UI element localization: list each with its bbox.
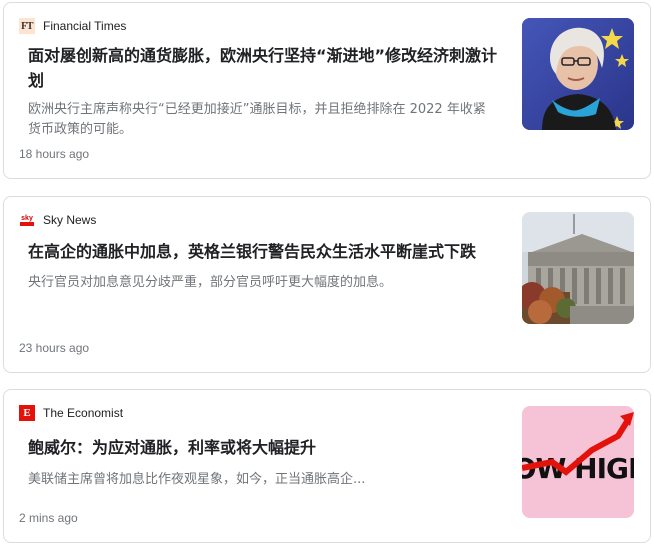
timestamp: 2 mins ago: [19, 511, 78, 525]
news-card[interactable]: sky Sky News 在高企的通胀中加息，英格兰银行警告民众生活水平断崖式下…: [3, 196, 651, 373]
headline-link[interactable]: 面对屡创新高的通货膨胀，欧洲央行坚持“渐进地”修改经济刺激计划: [28, 43, 498, 93]
source-name: Financial Times: [43, 19, 127, 33]
article-thumbnail[interactable]: [522, 18, 634, 130]
building-photo-icon: [522, 212, 634, 324]
ft-logo-icon: FT: [19, 18, 35, 34]
news-source: FT Financial Times: [19, 18, 126, 34]
sky-news-logo-icon: sky: [19, 212, 35, 228]
source-name: The Economist: [43, 406, 124, 420]
article-snippet: 欧洲央行主席声称央行“已经更加接近”通胀目标，并且拒绝排除在 2022 年收紧货…: [28, 102, 486, 137]
timestamp: 23 hours ago: [19, 341, 90, 355]
article-snippet: 美联储主席曾将加息比作夜观星象，如今，正当通胀高企...: [28, 472, 366, 487]
thumbnail-caption: HOW HIGH?: [522, 452, 634, 485]
economist-logo-icon: E: [19, 405, 35, 421]
news-card[interactable]: FT Financial Times 面对屡创新高的通货膨胀，欧洲央行坚持“渐进…: [3, 2, 651, 179]
news-source: sky Sky News: [19, 212, 96, 228]
headline-link[interactable]: 在高企的通胀中加息，英格兰银行警告民众生活水平断崖式下跌: [28, 239, 498, 264]
article-thumbnail[interactable]: HOW HIGH?: [522, 406, 634, 518]
article-thumbnail[interactable]: [522, 212, 634, 324]
source-name: Sky News: [43, 213, 97, 227]
article-snippet: 央行官员对加息意见分歧严重，部分官员呼吁更大幅度的加息。: [28, 275, 393, 290]
svg-text:sky: sky: [21, 215, 33, 222]
headline-link[interactable]: 鲍威尔：为应对通胀，利率或将大幅提升: [28, 435, 498, 460]
news-source: E The Economist: [19, 405, 123, 421]
portrait-photo-icon: [522, 18, 634, 130]
news-card[interactable]: E The Economist 鲍威尔：为应对通胀，利率或将大幅提升 美联储主席…: [3, 389, 651, 543]
timestamp: 18 hours ago: [19, 147, 90, 161]
how-high-graphic-icon: HOW HIGH?: [522, 406, 634, 518]
